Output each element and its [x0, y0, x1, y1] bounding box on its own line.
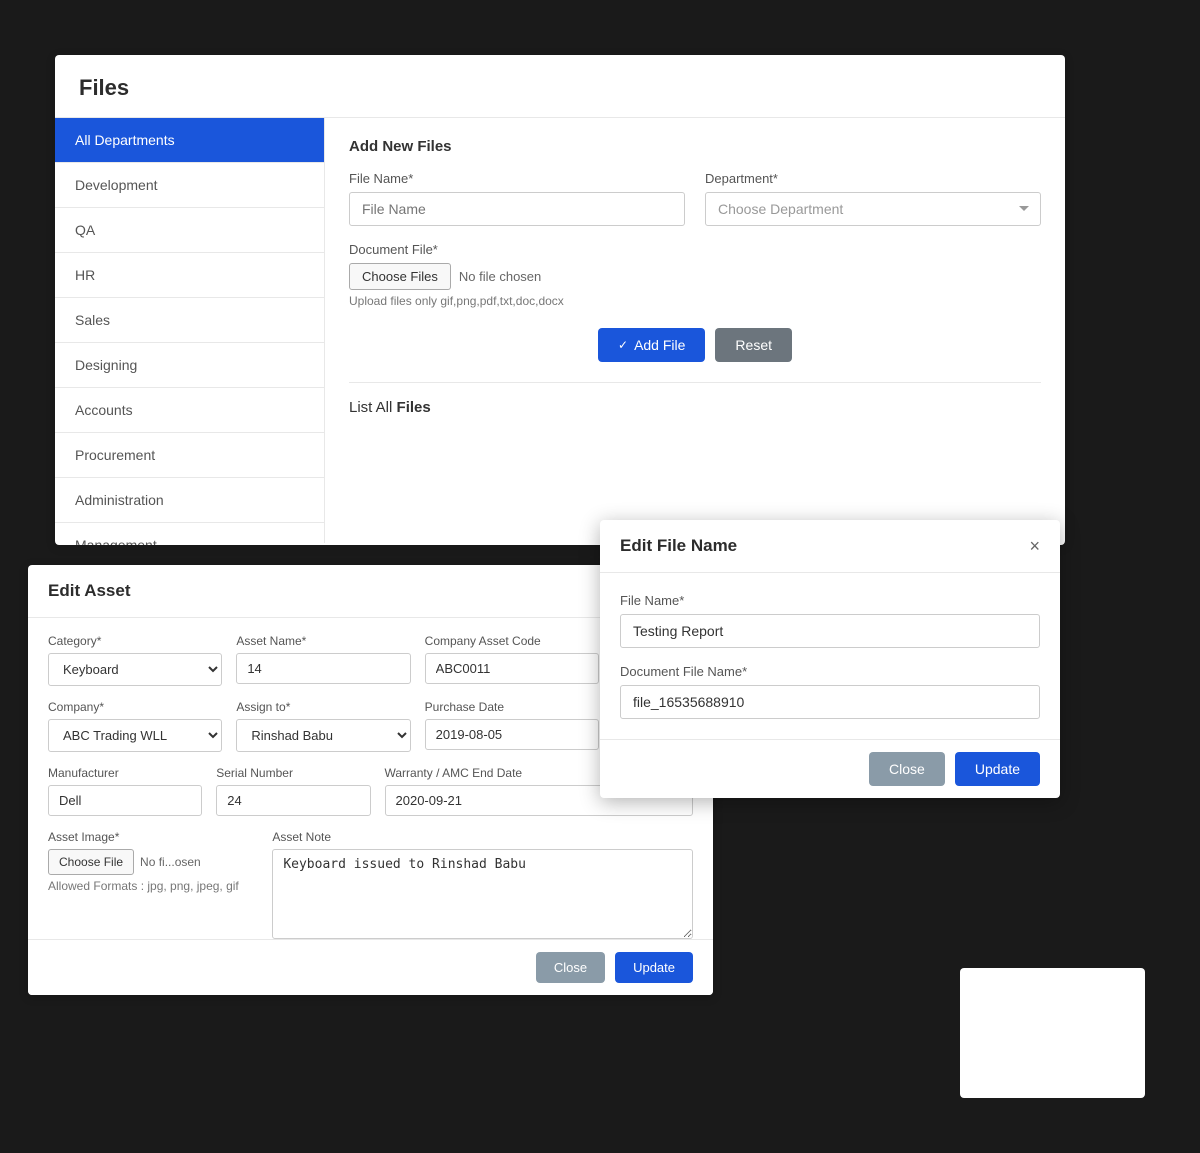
upload-hint: Upload files only gif,png,pdf,txt,doc,do…: [349, 294, 1041, 308]
reset-button[interactable]: Reset: [715, 328, 792, 362]
serial-number-input[interactable]: [216, 785, 370, 816]
department-select[interactable]: Choose Department: [705, 192, 1041, 226]
file-name-group: File Name*: [349, 171, 685, 226]
close-asset-button[interactable]: Close: [536, 952, 605, 983]
asset-name-label: Asset Name*: [236, 634, 410, 648]
update-asset-button[interactable]: Update: [615, 952, 693, 983]
modal-header: Edit File Name ×: [600, 520, 1060, 573]
sidebar-item-hr[interactable]: HR: [55, 253, 324, 298]
asset-note-label: Asset Note: [272, 830, 693, 844]
assign-to-group: Assign to* Rinshad Babu: [236, 700, 410, 752]
modal-doc-file-name-label: Document File Name*: [620, 664, 1040, 679]
category-label: Category*: [48, 634, 222, 648]
add-file-button[interactable]: ✓ Add File: [598, 328, 705, 362]
file-name-input[interactable]: [349, 192, 685, 226]
department-label: Department*: [705, 171, 1041, 186]
sidebar-item-accounts[interactable]: Accounts: [55, 388, 324, 433]
no-file-chosen-text: No file chosen: [459, 269, 541, 284]
file-form-row-1: File Name* Department* Choose Department: [349, 171, 1041, 226]
manufacturer-input[interactable]: [48, 785, 202, 816]
purchase-date-group: Purchase Date: [425, 700, 599, 752]
company-asset-code-input[interactable]: [425, 653, 599, 684]
purchase-date-label: Purchase Date: [425, 700, 599, 714]
asset-name-input[interactable]: [236, 653, 410, 684]
files-panel-body: All Departments Development QA HR Sales …: [55, 118, 1065, 543]
company-label: Company*: [48, 700, 222, 714]
manufacturer-label: Manufacturer: [48, 766, 202, 780]
document-file-label: Document File*: [349, 242, 1041, 257]
modal-body: File Name* Document File Name*: [600, 573, 1060, 739]
update-modal-button[interactable]: Update: [955, 752, 1040, 786]
manufacturer-group: Manufacturer: [48, 766, 202, 816]
sidebar-item-sales[interactable]: Sales: [55, 298, 324, 343]
file-input-group: Choose Files No file chosen: [349, 263, 1041, 290]
company-asset-code-label: Company Asset Code: [425, 634, 599, 648]
asset-file-group: Choose File No fi...osen: [48, 849, 258, 875]
close-modal-button[interactable]: Close: [869, 752, 945, 786]
company-asset-code-group: Company Asset Code: [425, 634, 599, 686]
asset-note-group: Asset Note Keyboard issued to Rinshad Ba…: [272, 830, 693, 942]
modal-doc-file-name-input[interactable]: [620, 685, 1040, 719]
sidebar-item-qa[interactable]: QA: [55, 208, 324, 253]
serial-number-label: Serial Number: [216, 766, 370, 780]
category-group: Category* Keyboard: [48, 634, 222, 686]
modal-file-name-input[interactable]: [620, 614, 1040, 648]
sidebar-item-all-departments[interactable]: All Departments: [55, 118, 324, 163]
files-panel-header: Files: [55, 55, 1065, 118]
asset-image-label: Asset Image*: [48, 830, 258, 844]
purchase-date-input[interactable]: [425, 719, 599, 750]
asset-row-3: Manufacturer Serial Number Warranty / AM…: [48, 766, 693, 816]
serial-number-group: Serial Number: [216, 766, 370, 816]
files-panel: Files All Departments Development QA HR …: [55, 55, 1065, 545]
files-panel-title: Files: [79, 75, 129, 100]
list-section-title: List All Files: [349, 382, 1041, 416]
company-group: Company* ABC Trading WLL: [48, 700, 222, 752]
sidebar-item-administration[interactable]: Administration: [55, 478, 324, 523]
files-sidebar: All Departments Development QA HR Sales …: [55, 118, 325, 543]
sidebar-item-management[interactable]: Management: [55, 523, 324, 545]
form-actions: ✓ Add File Reset: [349, 328, 1041, 362]
asset-image-group: Asset Image* Choose File No fi...osen Al…: [48, 830, 258, 942]
bottom-right-box: [960, 968, 1145, 1098]
asset-row-1: Category* Keyboard Asset Name* Company A…: [48, 634, 693, 686]
modal-title: Edit File Name: [620, 536, 737, 556]
edit-filename-modal: Edit File Name × File Name* Document Fil…: [600, 520, 1060, 798]
document-file-group: Document File* Choose Files No file chos…: [349, 242, 1041, 308]
sidebar-item-development[interactable]: Development: [55, 163, 324, 208]
company-select[interactable]: ABC Trading WLL: [48, 719, 222, 752]
asset-row-2: Company* ABC Trading WLL Assign to* Rins…: [48, 700, 693, 752]
choose-files-button[interactable]: Choose Files: [349, 263, 451, 290]
asset-allowed-formats: Allowed Formats : jpg, png, jpeg, gif: [48, 879, 258, 893]
checkmark-icon: ✓: [618, 338, 628, 352]
file-name-label: File Name*: [349, 171, 685, 186]
modal-footer: Close Update: [600, 739, 1060, 798]
assign-to-select[interactable]: Rinshad Babu: [236, 719, 410, 752]
asset-name-group: Asset Name*: [236, 634, 410, 686]
department-group: Department* Choose Department: [705, 171, 1041, 226]
asset-note-textarea[interactable]: Keyboard issued to Rinshad Babu: [272, 849, 693, 939]
choose-file-button[interactable]: Choose File: [48, 849, 134, 875]
asset-no-file-text: No fi...osen: [140, 855, 201, 869]
sidebar-item-procurement[interactable]: Procurement: [55, 433, 324, 478]
edit-asset-footer: Close Update: [28, 939, 713, 995]
asset-row-4: Asset Image* Choose File No fi...osen Al…: [48, 830, 693, 942]
add-section-title: Add New Files: [349, 138, 1041, 155]
modal-close-x-button[interactable]: ×: [1029, 537, 1040, 555]
modal-file-name-label: File Name*: [620, 593, 1040, 608]
files-main-content: Add New Files File Name* Department* Cho…: [325, 118, 1065, 543]
assign-to-label: Assign to*: [236, 700, 410, 714]
sidebar-item-designing[interactable]: Designing: [55, 343, 324, 388]
category-select[interactable]: Keyboard: [48, 653, 222, 686]
